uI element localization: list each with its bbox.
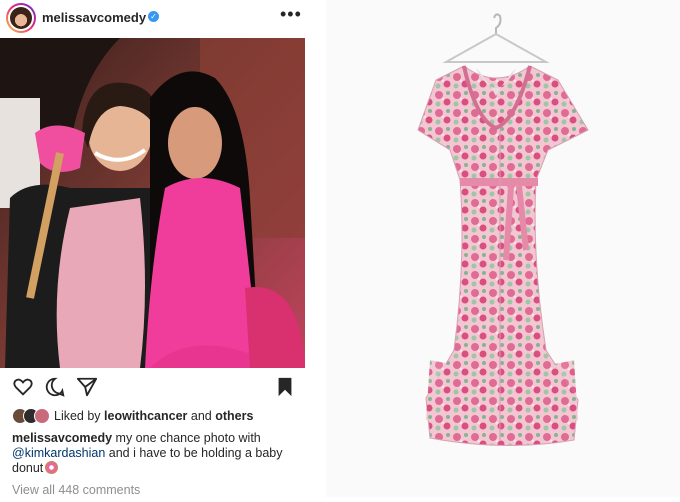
- photo-illustration: [0, 38, 305, 368]
- product-image: [326, 0, 680, 497]
- post-caption: melissavcomedy my one chance photo with …: [12, 431, 308, 476]
- donut-emoji-icon: [45, 461, 59, 474]
- instagram-post: melissavcomedy ✓ ••• Liked by leowithcan…: [0, 0, 312, 497]
- share-icon[interactable]: [76, 376, 98, 398]
- comment-icon[interactable]: [44, 376, 66, 398]
- liked-others[interactable]: others: [215, 409, 253, 423]
- post-username[interactable]: melissavcomedy: [42, 10, 146, 25]
- post-actions: [0, 376, 312, 400]
- liked-user[interactable]: leowithcancer: [104, 409, 187, 423]
- liked-by: Liked by leowithcancer and others: [0, 406, 312, 426]
- avatar[interactable]: [6, 3, 36, 33]
- caption-text: my one chance photo with: [112, 431, 261, 445]
- verified-icon: ✓: [148, 11, 159, 22]
- bookmark-icon[interactable]: [274, 376, 296, 398]
- avatar-image: [10, 7, 32, 29]
- heart-icon[interactable]: [12, 376, 34, 398]
- view-comments-link[interactable]: View all 448 comments: [12, 483, 140, 497]
- caption-mention[interactable]: @kimkardashian: [12, 446, 105, 460]
- post-header: melissavcomedy ✓ •••: [0, 0, 312, 36]
- post-photo[interactable]: [0, 38, 305, 368]
- liked-middle: and: [187, 409, 216, 423]
- floral-dress-illustration: [417, 13, 589, 447]
- liked-prefix: Liked by: [54, 409, 105, 423]
- caption-username[interactable]: melissavcomedy: [12, 431, 112, 445]
- liker-avatars: [12, 408, 52, 424]
- more-icon[interactable]: •••: [280, 4, 302, 25]
- liker-avatar: [34, 408, 50, 424]
- liked-by-text: Liked by leowithcancer and others: [54, 409, 253, 423]
